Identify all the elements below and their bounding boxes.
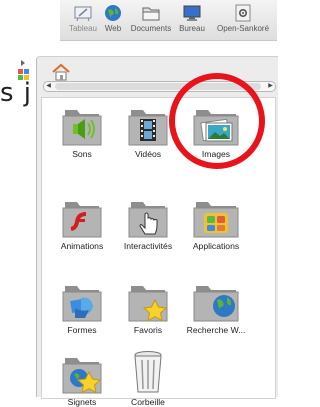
toolbar-label: Tableau — [68, 24, 98, 33]
toolbar-label: Web — [104, 24, 122, 33]
library-item-formes[interactable]: Formes — [52, 278, 112, 335]
toolbar-label: Documents — [130, 24, 172, 33]
library-item-corbeille[interactable]: Corbeille — [118, 348, 178, 407]
web-search-folder-icon — [193, 286, 239, 322]
library-item-sons[interactable]: Sons — [52, 102, 112, 159]
item-label: Formes — [67, 325, 97, 335]
library-item-applications[interactable]: Applications — [186, 194, 246, 251]
toolbar-tableau-button[interactable]: Tableau — [66, 0, 100, 40]
bookmark-folder-icon — [62, 358, 102, 394]
item-label: Signets — [67, 397, 97, 407]
item-label: Interactivités — [123, 241, 173, 251]
library-item-signets[interactable]: Signets — [52, 350, 112, 407]
toolbar-documents-button[interactable]: Documents — [128, 0, 174, 40]
item-label: Favoris — [133, 325, 163, 335]
item-label: Sons — [72, 149, 92, 159]
video-folder-icon — [128, 110, 168, 146]
scroll-left-arrow-icon[interactable]: ◀ — [44, 82, 53, 91]
gear-icon — [235, 4, 251, 22]
monitor-icon — [183, 5, 201, 21]
item-label: Recherche W... — [186, 325, 246, 335]
shapes-folder-icon — [62, 286, 102, 322]
toolbar-web-button[interactable]: Web — [102, 0, 124, 40]
trash-icon — [134, 351, 162, 393]
library-item-animations[interactable]: Animations — [52, 194, 112, 251]
item-label: Vidéos — [134, 149, 162, 159]
toolbar-label: Open-Sankoré — [216, 24, 270, 33]
globe-icon — [105, 5, 121, 21]
item-label: Applications — [192, 241, 240, 251]
library-item-favoris[interactable]: Favoris — [118, 278, 178, 335]
home-icon[interactable] — [51, 63, 71, 81]
scroll-right-arrow-icon[interactable]: ▶ — [266, 82, 275, 91]
highlight-circle — [169, 73, 265, 169]
toolbar-label: Bureau — [179, 24, 205, 33]
sound-folder-icon — [62, 110, 102, 146]
toolbar-bureau-button[interactable]: Bureau — [176, 0, 208, 40]
top-toolbar: Tableau Web Documents Bureau Open-Sankor… — [60, 0, 277, 41]
item-label: Corbeille — [131, 397, 165, 407]
flash-folder-icon — [62, 202, 102, 238]
library-item-recherche-web[interactable]: Recherche W... — [186, 278, 246, 335]
hand-folder-icon — [128, 202, 168, 238]
item-label: Animations — [60, 241, 104, 251]
library-dock-tab-icon[interactable] — [16, 58, 32, 88]
apps-folder-icon — [193, 202, 239, 238]
library-item-interactivites[interactable]: Interactivités — [118, 194, 178, 251]
star-folder-icon — [128, 286, 168, 322]
board-icon — [74, 6, 92, 22]
toolbar-open-sankore-button[interactable]: Open-Sankoré — [210, 0, 276, 40]
folder-icon — [142, 7, 160, 21]
